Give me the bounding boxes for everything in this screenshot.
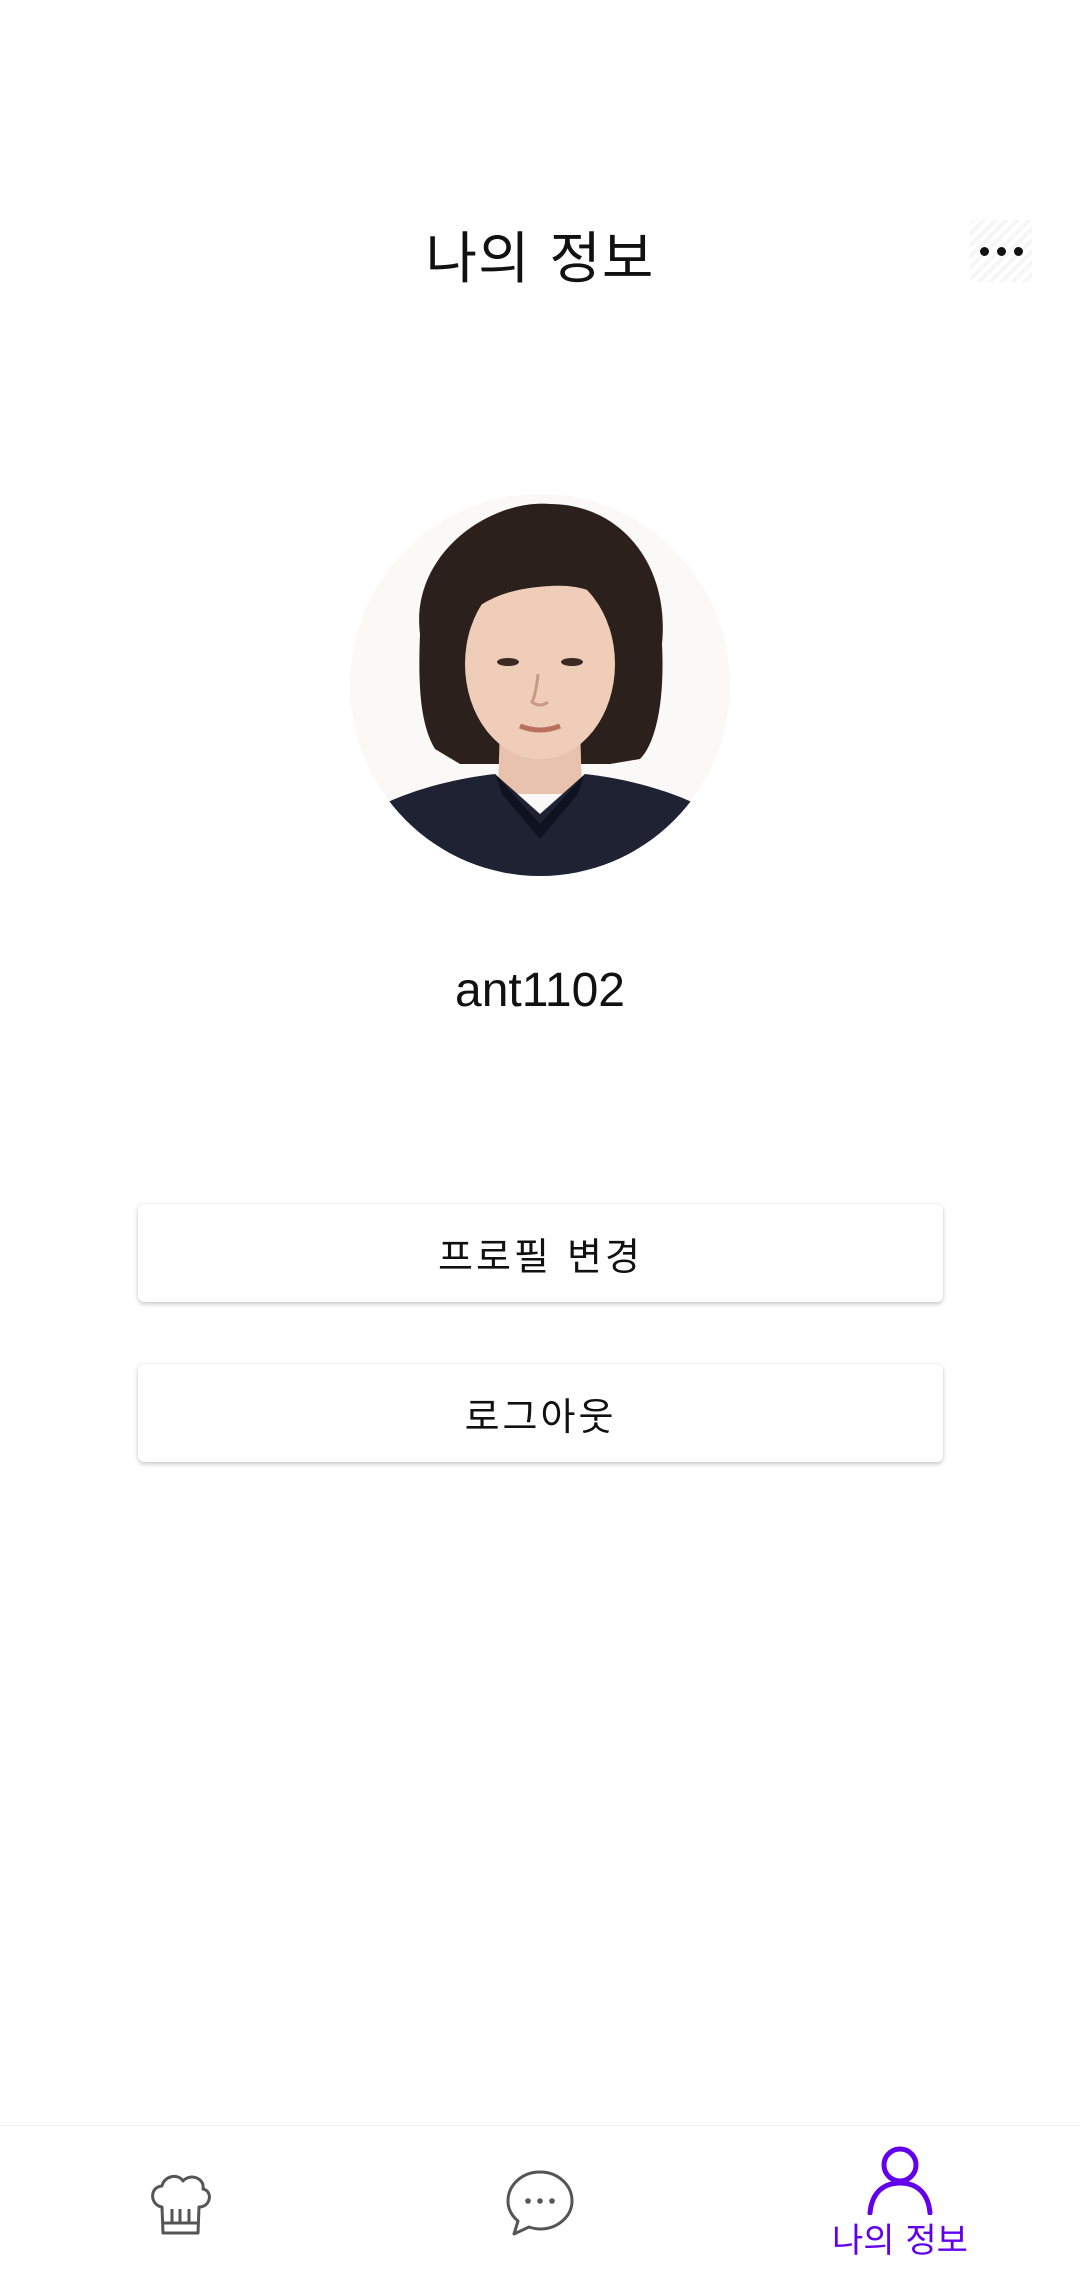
app-header: 나의 정보 — [0, 190, 1080, 310]
logout-button[interactable]: 로그아웃 — [138, 1364, 943, 1462]
edit-profile-button[interactable]: 프로필 변경 — [138, 1204, 943, 1302]
more-dot-icon — [996, 246, 1006, 256]
more-dot-icon — [1013, 246, 1023, 256]
avatar — [350, 494, 730, 876]
nav-label-my-info: 나의 정보 — [832, 2221, 968, 2261]
username: ant1102 — [455, 964, 625, 1017]
page-title: 나의 정보 — [425, 227, 655, 292]
my-info-screen: 나의 정보 ant1102 프로필 변경 로그아웃 나의 정보 — [0, 0, 1080, 2280]
nav-item-chat[interactable] — [360, 2126, 720, 2280]
more-dot-icon — [979, 246, 989, 256]
chef-hat-icon — [151, 2174, 211, 2234]
nav-item-recipes[interactable] — [0, 2126, 360, 2280]
avatar-photo — [350, 494, 730, 876]
nav-item-my-info[interactable]: 나의 정보 — [720, 2126, 1080, 2280]
chat-bubble-icon — [506, 2170, 574, 2235]
person-icon — [867, 2146, 933, 2215]
bottom-navigation: 나의 정보 — [0, 2125, 1080, 2280]
more-options-button[interactable] — [970, 220, 1032, 282]
status-bar — [0, 0, 1080, 110]
